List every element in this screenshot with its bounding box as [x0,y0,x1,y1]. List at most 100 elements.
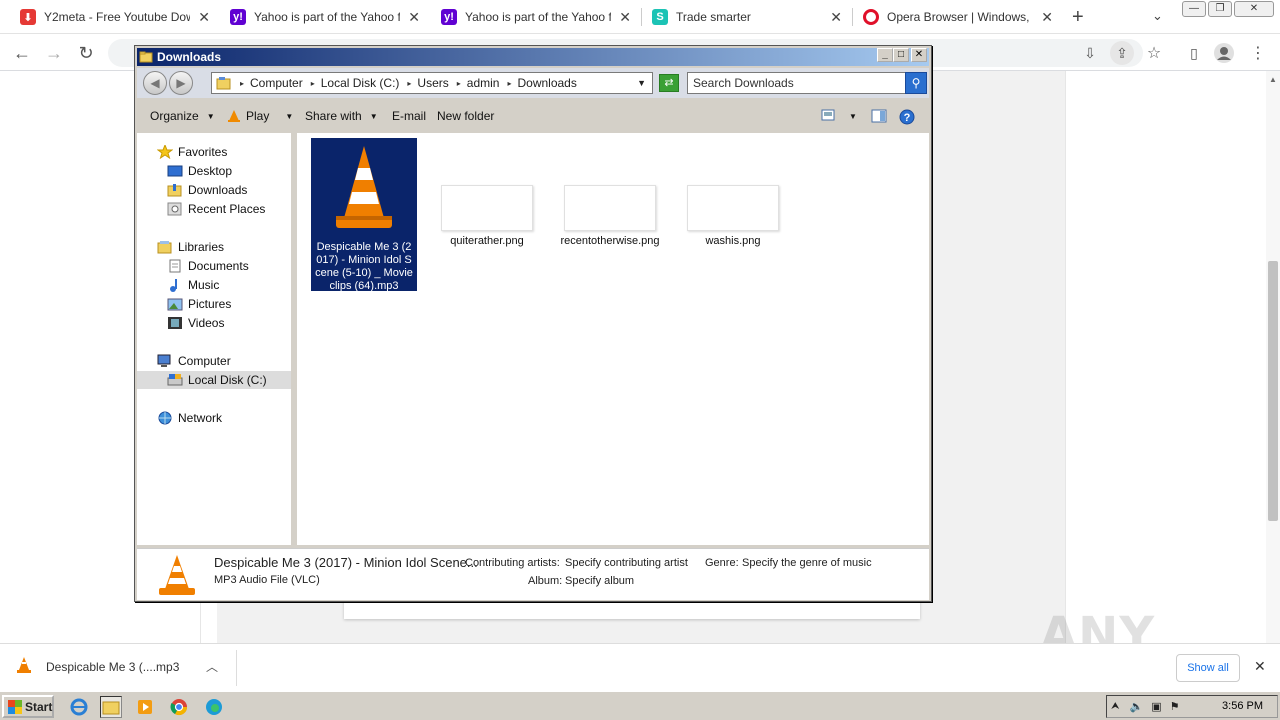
window-title-bar[interactable]: Downloads [137,48,929,66]
breadcrumb-arrow-icon[interactable]: ▸ [311,79,315,88]
tab-search-chevron-icon[interactable]: ⌄ [1152,8,1163,24]
system-tray: ⮝ 🔈 ▣ ⚑ 3:56 PM [1106,695,1278,718]
minimize-button[interactable]: — [1182,1,1206,17]
profile-avatar-icon[interactable] [1212,41,1236,65]
nav-recent-places[interactable]: Recent Places [167,200,265,218]
bookmark-star-icon[interactable]: ☆ [1142,41,1166,65]
nav-downloads[interactable]: Downloads [167,181,247,199]
back-button[interactable]: ◀ [143,71,167,95]
share-icon[interactable]: ⇪ [1110,41,1134,65]
album-value[interactable]: Specify album [565,575,634,587]
breadcrumb-arrow-icon[interactable]: ▸ [457,79,461,88]
breadcrumb[interactable]: ▸ Computer ▸ Local Disk (C:) ▸ Users ▸ a… [211,72,653,94]
tab-yahoo-1[interactable]: y! Yahoo is part of the Yahoo fan ✕ [220,0,430,34]
breadcrumb-downloads[interactable]: Downloads [517,76,576,90]
chevron-up-icon[interactable]: ︿ [206,658,218,675]
page-scrollbar[interactable]: ▲ [1266,71,1280,643]
nav-documents[interactable]: Documents [167,257,249,275]
nav-pictures[interactable]: Pictures [167,295,231,313]
close-icon[interactable]: ✕ [1041,9,1053,26]
tab-trade-smarter[interactable]: S Trade smarter ✕ [642,0,852,34]
search-input[interactable]: Search Downloads ⚲ [687,72,927,94]
file-item-png[interactable]: recentotherwise.png [557,185,663,248]
back-arrow-icon[interactable]: ← [10,41,34,65]
nav-desktop[interactable]: Desktop [167,162,232,180]
install-app-icon[interactable]: ⇩ [1078,41,1102,65]
side-panel-icon[interactable]: ▯ [1182,41,1206,65]
breadcrumb-computer[interactable]: Computer [250,76,303,90]
search-icon[interactable]: ⚲ [905,72,927,94]
internet-explorer-icon[interactable] [68,696,90,718]
breadcrumb-users[interactable]: Users [417,76,448,90]
forward-button[interactable]: ▶ [169,71,193,95]
explorer-taskbar-icon[interactable] [100,696,122,718]
nav-favorites[interactable]: Favorites [156,143,227,161]
breadcrumb-arrow-icon[interactable]: ▸ [240,79,244,88]
tab-y2meta[interactable]: ⬇ Y2meta - Free Youtube Downlo ✕ [10,0,220,34]
help-icon[interactable]: ? [899,109,915,125]
refresh-button[interactable]: ⇄ [659,74,679,92]
file-item-png[interactable]: washis.png [680,185,786,248]
tab-yahoo-2[interactable]: y! Yahoo is part of the Yahoo fan ✕ [431,0,641,34]
nav-local-disk[interactable]: Local Disk (C:) [137,371,291,389]
view-dropdown-icon[interactable]: ▼ [849,112,857,121]
volume-icon[interactable]: 🔈 [1130,700,1144,713]
close-icon[interactable]: ✕ [619,9,631,26]
nav-network[interactable]: Network [157,409,222,427]
start-button[interactable]: Start [2,695,54,718]
breadcrumb-arrow-icon[interactable]: ▸ [407,79,411,88]
media-player-icon[interactable] [134,696,156,718]
show-all-button[interactable]: Show all [1176,654,1240,682]
close-button[interactable]: ✕ [911,48,927,62]
new-tab-button[interactable]: + [1072,6,1084,29]
new-folder-button[interactable]: New folder [437,109,494,123]
scroll-up-icon[interactable]: ▲ [1269,75,1277,84]
play-button[interactable]: Play ▼ [227,109,293,123]
chrome-icon[interactable] [168,696,190,718]
nav-computer[interactable]: Computer [157,352,231,370]
email-button[interactable]: E-mail [392,109,426,123]
breadcrumb-local-disk[interactable]: Local Disk (C:) [321,76,400,90]
share-with-button[interactable]: Share with ▼ [305,109,378,123]
clock[interactable]: 3:56 PM [1222,700,1263,712]
dropdown-arrow-icon: ▼ [285,111,294,121]
nav-music[interactable]: Music [167,276,219,294]
tab-opera[interactable]: Opera Browser | Windows, Ma ✕ [853,0,1063,34]
breadcrumb-arrow-icon[interactable]: ▸ [507,79,511,88]
nav-videos[interactable]: Videos [167,314,224,332]
close-window-button[interactable]: ✕ [1234,1,1274,17]
address-dropdown-icon[interactable]: ▼ [637,78,646,88]
reload-icon[interactable]: ↻ [74,41,98,65]
file-name: quiterather.png [450,235,524,247]
contributing-artists-value[interactable]: Specify contributing artist [565,557,688,569]
nav-libraries[interactable]: Libraries [157,238,224,256]
libraries-icon [157,240,173,254]
maximize-button[interactable]: □ [893,48,909,62]
details-pane: Despicable Me 3 (2017) - Minion Idol Sce… [137,548,929,600]
breadcrumb-admin[interactable]: admin [467,76,500,90]
organize-button[interactable]: Organize ▼ [150,109,215,123]
network-tray-icon[interactable]: ▣ [1151,700,1161,713]
close-icon[interactable]: ✕ [830,9,842,26]
forward-arrow-icon[interactable]: → [42,41,66,65]
restore-button[interactable]: ❐ [1208,1,1232,17]
download-item[interactable]: Despicable Me 3 (....mp3 [16,656,179,677]
file-name: washis.png [705,235,761,247]
file-name: Despicable Me 3 (2017) - Minion Idol Sce… [315,241,413,292]
file-item-mp3[interactable]: Despicable Me 3 (2017) - Minion Idol Sce… [311,138,417,292]
close-icon[interactable]: ✕ [408,9,420,26]
action-center-flag-icon[interactable]: ⚑ [1170,700,1180,713]
minimize-button[interactable]: _ [877,48,893,62]
menu-kebab-icon[interactable]: ⋮ [1246,41,1270,65]
tray-expand-icon[interactable]: ⮝ [1111,701,1120,712]
edge-icon[interactable] [203,696,225,718]
change-view-icon[interactable] [821,109,835,121]
browser-tab-strip: ⬇ Y2meta - Free Youtube Downlo ✕ y! Yaho… [0,0,1280,34]
preview-pane-icon[interactable] [871,109,887,123]
genre-value[interactable]: Specify the genre of music [742,557,872,569]
scrollbar-thumb[interactable] [1268,261,1278,521]
close-icon[interactable]: ✕ [198,9,210,26]
network-icon [157,411,173,425]
close-icon[interactable]: ✕ [1254,658,1266,675]
file-item-png[interactable]: quiterather.png [434,185,540,248]
